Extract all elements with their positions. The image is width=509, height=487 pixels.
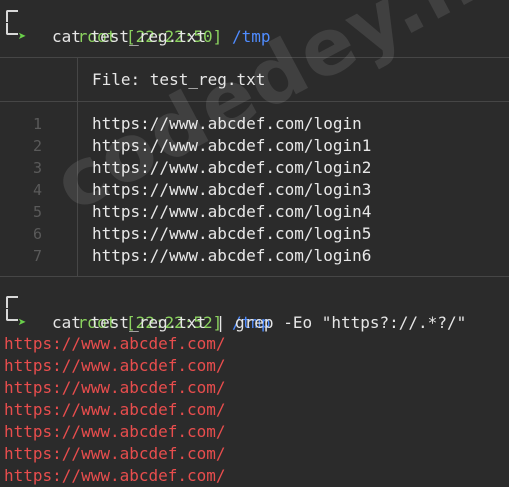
prompt-arrow-icon: ➤ — [18, 29, 27, 45]
output-line: https://www.abcdef.com/ — [4, 422, 226, 441]
line-number: 1 — [32, 115, 42, 133]
prompt-header: root [22:22:52] /tmp — [20, 290, 271, 332]
line-number: 7 — [32, 247, 42, 265]
prompt-corner-top — [6, 10, 18, 22]
prompt-path: /tmp — [231, 27, 271, 46]
line-number: 2 — [32, 137, 42, 155]
file-line: https://www.abcdef.com/login6 — [92, 246, 372, 265]
file-line: https://www.abcdef.com/login4 — [92, 202, 372, 221]
terminal-window[interactable]: root [22:22:50] /tmp ➤ cat test_reg.txt … — [0, 0, 509, 487]
gutter-separator — [77, 57, 78, 276]
line-number: 6 — [32, 225, 42, 243]
prompt-command: cat test_reg.txt | grep -Eo "https?://.*… — [52, 313, 467, 332]
file-header: File: test_reg.txt — [92, 70, 266, 89]
prompt-corner-bottom — [6, 23, 18, 35]
line-number: 4 — [32, 181, 42, 199]
panel-bottom-border — [0, 276, 509, 277]
line-number: 5 — [32, 203, 42, 221]
output-line: https://www.abcdef.com/ — [4, 334, 226, 353]
output-line: https://www.abcdef.com/ — [4, 444, 226, 463]
output-line: https://www.abcdef.com/ — [4, 466, 226, 485]
output-line: https://www.abcdef.com/ — [4, 356, 226, 375]
file-line: https://www.abcdef.com/login5 — [92, 224, 372, 243]
line-number: 3 — [32, 159, 42, 177]
prompt-corner-bottom — [6, 309, 18, 321]
prompt-arrow-icon: ➤ — [18, 315, 27, 331]
output-line: https://www.abcdef.com/ — [4, 400, 226, 419]
prompt-header: root [22:22:50] /tmp — [20, 4, 271, 46]
file-line: https://www.abcdef.com/login2 — [92, 158, 372, 177]
file-line: https://www.abcdef.com/login — [92, 114, 362, 133]
prompt-command: cat test_reg.txt — [52, 27, 207, 46]
file-line: https://www.abcdef.com/login3 — [92, 180, 372, 199]
panel-header-border — [0, 101, 509, 102]
prompt-corner-top — [6, 296, 18, 308]
file-line: https://www.abcdef.com/login1 — [92, 136, 372, 155]
output-line: https://www.abcdef.com/ — [4, 378, 226, 397]
